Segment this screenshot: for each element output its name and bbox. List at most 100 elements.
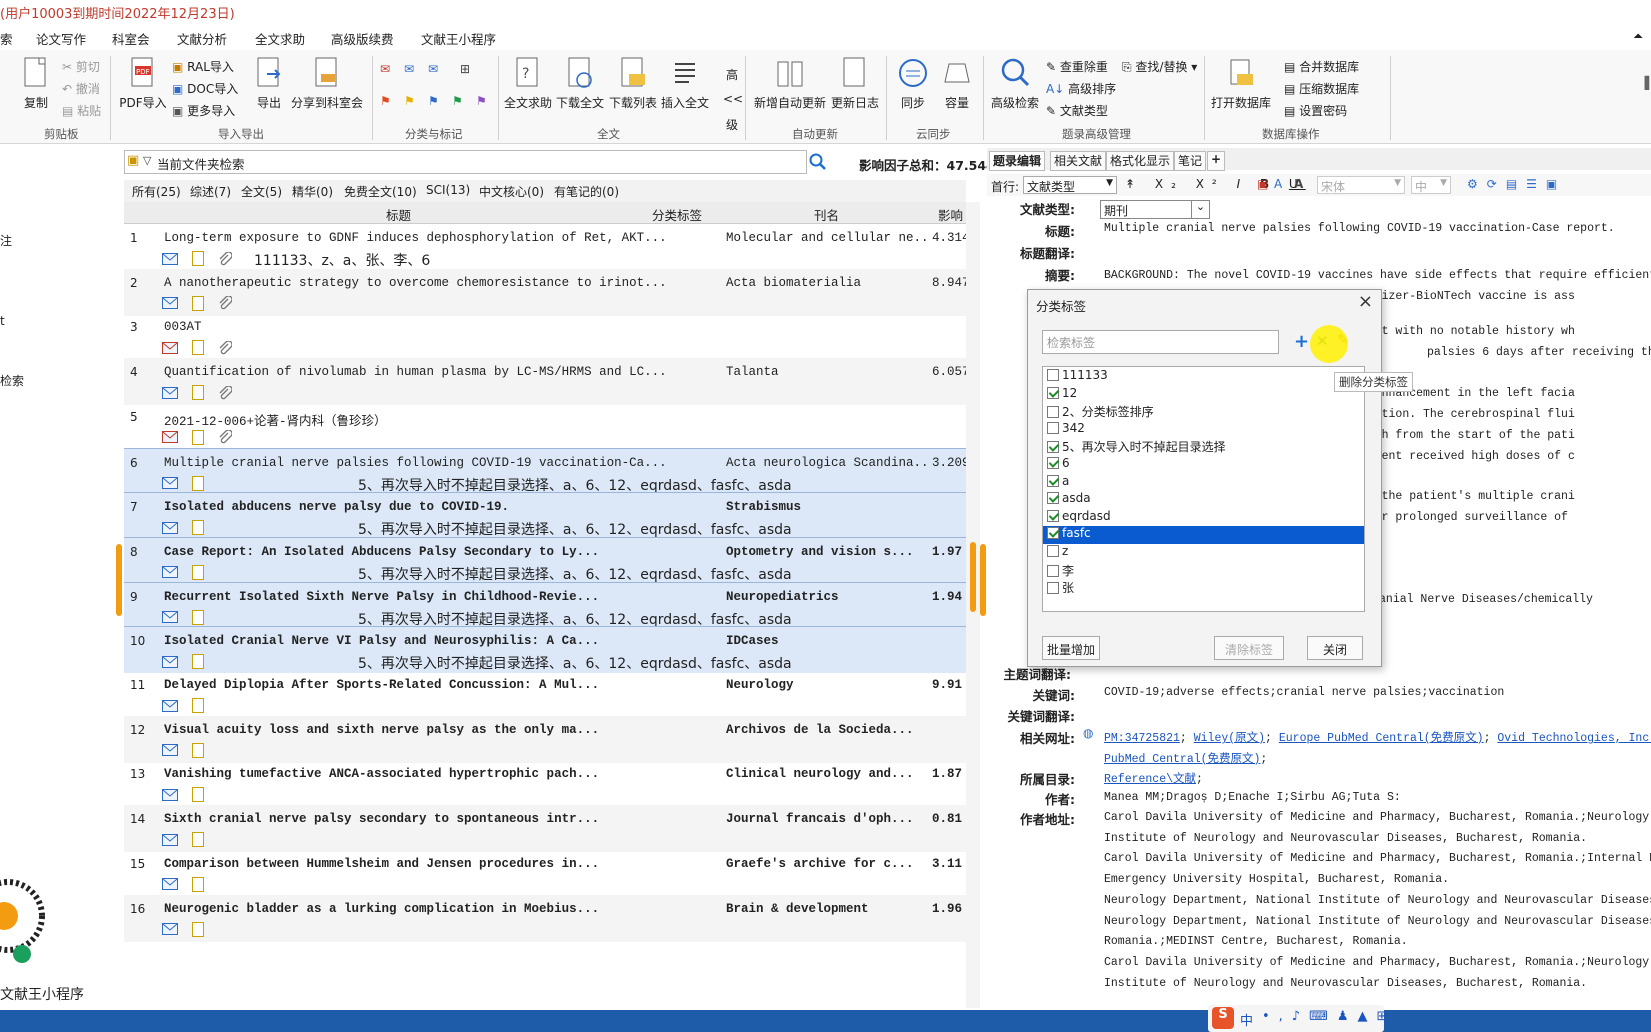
copy-button[interactable]: 复制	[14, 56, 58, 111]
more-import-button[interactable]: ▣ 更多导入	[172, 102, 235, 119]
left-item[interactable]: 注	[0, 232, 12, 249]
export-button[interactable]: 导出	[252, 56, 286, 111]
tag-checkbox[interactable]	[1047, 582, 1059, 595]
flag-yellow-icon[interactable]: ⚑	[404, 94, 415, 108]
tag-list-item[interactable]: 12	[1043, 386, 1364, 404]
clear-format-icon[interactable]: ▣	[1257, 177, 1268, 191]
mail-blue-icon[interactable]: ✉	[404, 62, 414, 76]
tag-checkbox[interactable]	[1047, 474, 1059, 487]
url-link[interactable]: PubMed Central(免费原文)	[1104, 753, 1260, 766]
tag-list-item[interactable]: 111133	[1043, 368, 1364, 386]
table-row[interactable]: 7 Isolated abducens nerve palsy due to CO…	[124, 492, 966, 540]
tag-list-item[interactable]: eqrdasd	[1043, 509, 1364, 527]
ime-lang[interactable]: 中	[1240, 1010, 1253, 1029]
column-impact[interactable]: 影响	[938, 205, 963, 224]
url-link[interactable]: Europe PubMed Central(免费原文)	[1279, 732, 1484, 745]
note-icon[interactable]	[192, 295, 204, 311]
read-status-icon[interactable]	[162, 655, 178, 668]
fulltext-request-button[interactable]: ? 全文求助	[503, 56, 553, 111]
search-scope[interactable]: 当前文件夹检索	[157, 154, 245, 173]
dedupe-button[interactable]: ✎ 查重除重	[1046, 58, 1108, 75]
table-scrollbar[interactable]	[966, 202, 980, 1008]
column-title[interactable]: 标题	[386, 205, 411, 224]
title-value[interactable]: Multiple cranial nerve palsies following…	[1104, 222, 1615, 235]
note-icon[interactable]	[192, 251, 204, 266]
tag-checkbox[interactable]	[1047, 564, 1059, 577]
search-bar[interactable]: ▣ ▽ 当前文件夹检索	[124, 150, 807, 174]
read-status-icon[interactable]	[162, 341, 178, 354]
read-status-icon[interactable]	[162, 252, 178, 265]
author-value[interactable]: Manea MM;Dragoș D;Enache I;Sirbu AG;Tuta…	[1104, 791, 1401, 804]
column-journal[interactable]: 刊名	[814, 205, 839, 224]
merge-db-button[interactable]: ▤ 合并数据库	[1284, 58, 1359, 75]
tab-formatted[interactable]: 格式化显示	[1106, 151, 1175, 171]
clear-tags-button[interactable]: 清除标签	[1214, 636, 1284, 660]
sogou-icon[interactable]: S	[1212, 1007, 1234, 1029]
read-status-icon[interactable]	[162, 566, 178, 579]
note-icon[interactable]	[192, 564, 204, 580]
tab-related[interactable]: 相关文献	[1050, 151, 1107, 171]
note-icon[interactable]	[192, 609, 204, 625]
table-row[interactable]: 14 Sixth cranial nerve palsy secondary to…	[124, 805, 966, 853]
menu-fulltext-request[interactable]: 全文求助	[255, 29, 305, 48]
note-icon[interactable]	[192, 520, 204, 536]
tag-list-item[interactable]: 6	[1043, 456, 1364, 474]
tag-list-item[interactable]: fasfc	[1043, 526, 1364, 545]
note-icon[interactable]	[192, 876, 204, 892]
find-replace-button[interactable]: ⎘ 查找/替换 ▾	[1122, 58, 1197, 75]
read-status-icon[interactable]	[162, 833, 178, 846]
tab-free-fulltext[interactable]: 免费全文(10)	[344, 183, 417, 200]
ribbon-scroll[interactable]: ▐	[1640, 76, 1649, 90]
font-color-icon[interactable]: A	[1274, 177, 1282, 191]
table-row[interactable]: 16 Neurogenic bladder as a lurking compli…	[124, 894, 966, 942]
type-select[interactable]: 期刊 ⌄	[1100, 200, 1210, 219]
mail-icon[interactable]: ✉	[428, 62, 438, 76]
tag-checkbox[interactable]	[1047, 421, 1059, 434]
tab-fulltext[interactable]: 全文(5)	[241, 183, 282, 200]
size-select[interactable]: 中 ▼	[1411, 176, 1451, 194]
note-icon[interactable]	[192, 787, 204, 803]
read-status-icon[interactable]	[162, 297, 178, 310]
advanced-search-button[interactable]: 高级检索	[988, 56, 1042, 111]
tab-review[interactable]: 综述(7)	[190, 183, 231, 200]
table-row[interactable]: 3 003AT	[124, 313, 966, 360]
tag-checkbox[interactable]	[1047, 492, 1059, 505]
read-status-icon[interactable]	[162, 923, 178, 935]
ral-import-button[interactable]: ▣ RAL导入	[172, 58, 234, 75]
tab-core[interactable]: 中文核心(0)	[479, 183, 544, 200]
tag-checkbox[interactable]	[1047, 545, 1059, 557]
tag-list-item[interactable]: z	[1043, 544, 1364, 562]
add-tag-icon[interactable]: +	[1294, 331, 1309, 352]
menu-literature-analysis[interactable]: 文献分析	[177, 29, 227, 48]
flag-blue-icon[interactable]: ⚑	[428, 94, 439, 108]
cut-button[interactable]: ✂ 剪切	[62, 58, 100, 75]
tag-list-item[interactable]: 2、分类标签排序	[1043, 403, 1364, 421]
url-link[interactable]: PM:34725821	[1104, 732, 1180, 745]
compress-db-button[interactable]: ▤ 压缩数据库	[1284, 80, 1359, 97]
read-status-icon[interactable]	[162, 521, 178, 534]
url-link[interactable]: Wiley(原文)	[1194, 732, 1265, 745]
doc-import-button[interactable]: ▣ DOC导入	[172, 80, 238, 97]
menu-mini-program[interactable]: 文献王小程序	[421, 29, 496, 48]
field-select[interactable]: 文献类型 ▼	[1023, 176, 1117, 194]
note-icon[interactable]	[192, 654, 204, 670]
advanced-sort-button[interactable]: A↓ 高级排序	[1046, 80, 1116, 97]
tag-checkbox[interactable]	[1047, 509, 1059, 522]
set-password-button[interactable]: ▤ 设置密码	[1284, 102, 1347, 119]
tag-checkbox[interactable]	[1047, 369, 1059, 381]
add-auto-update-button[interactable]: 新增自动更新	[752, 56, 828, 111]
tag-list-item[interactable]: 342	[1043, 421, 1364, 439]
read-status-icon[interactable]	[162, 477, 178, 489]
font-select[interactable]: 宋体 ▼	[1317, 176, 1405, 194]
tag-checkbox[interactable]	[1047, 406, 1059, 419]
read-status-icon[interactable]	[162, 744, 178, 757]
table-row[interactable]: 12 Visual acuity loss and sixth nerve pal…	[124, 715, 966, 763]
grid-icon[interactable]: ⊞	[460, 62, 470, 76]
tag-list-item[interactable]: 张	[1043, 579, 1364, 597]
tag-checkbox[interactable]	[1047, 457, 1059, 469]
read-status-icon[interactable]	[162, 699, 178, 712]
download-list-button[interactable]: 下载列表	[608, 56, 658, 111]
mail-red-icon[interactable]: ✉	[380, 62, 390, 76]
keywords-value[interactable]: COVID-19;adverse effects;cranial nerve p…	[1104, 686, 1504, 699]
menu-department[interactable]: 科室会	[112, 29, 150, 48]
